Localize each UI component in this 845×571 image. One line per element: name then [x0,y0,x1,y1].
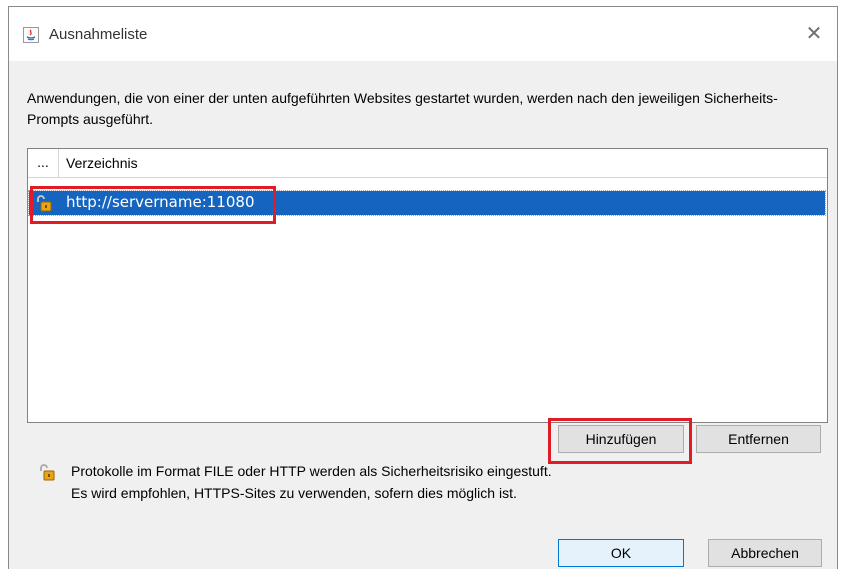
close-icon[interactable]: ✕ [801,21,827,47]
title-bar: Ausnahmeliste ✕ [9,7,837,61]
description-text: Anwendungen, die von einer der unten auf… [27,90,778,127]
remove-button[interactable]: Entfernen [696,425,821,453]
warning-line-1: Protokolle im Format FILE oder HTTP werd… [71,463,552,479]
table-header: ... Verzeichnis [28,149,827,178]
cancel-button[interactable]: Abbrechen [708,539,822,567]
window-title: Ausnahmeliste [49,26,148,43]
warning-line-2: Es wird empfohlen, HTTPS-Sites zu verwen… [71,485,517,501]
unlocked-padlock-icon [40,464,55,481]
exception-list-dialog: Ausnahmeliste ✕ Anwendungen, die von ein… [8,6,838,569]
column-header-options[interactable]: ... [28,149,59,177]
highlight-box-url [30,186,276,224]
ok-button[interactable]: OK [558,539,684,567]
java-app-icon [23,27,39,43]
highlight-box-add-button [548,418,692,464]
security-warning: Protokolle im Format FILE oder HTTP werd… [71,460,552,504]
column-header-directory[interactable]: Verzeichnis [66,155,138,171]
